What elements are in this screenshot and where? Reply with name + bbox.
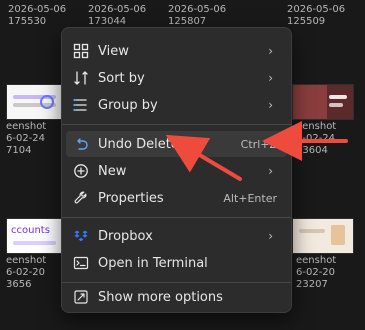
menu-item-view[interactable]: View › — [66, 38, 287, 64]
grid-icon — [72, 42, 90, 60]
menu-divider — [62, 124, 291, 125]
file-label-top-3: 2026-05-06 125807 — [168, 4, 227, 27]
menu-item-label: Group by — [98, 97, 158, 113]
file-thumbnail[interactable] — [292, 218, 354, 254]
chevron-right-icon: › — [268, 71, 273, 85]
menu-item-label: View — [98, 43, 129, 59]
menu-item-label: Sort by — [98, 70, 145, 86]
chevron-right-icon: › — [268, 98, 273, 112]
file-thumbnail[interactable] — [292, 84, 354, 120]
plus-icon — [72, 162, 90, 180]
file-label-top-4: 2026-05-06 125509 — [287, 4, 346, 27]
menu-item-label: Dropbox — [98, 228, 153, 244]
file-label-right-bottom: eenshot 6-02-20 23207 — [296, 255, 337, 290]
file-label-top-2: 2026-05-06 173044 — [88, 4, 147, 27]
screenshot-frame: 2026-05-06 175530 2026-05-06 173044 2026… — [0, 0, 365, 330]
menu-item-label: Undo Delete — [98, 136, 179, 152]
menu-item-group-by[interactable]: Group by › — [66, 92, 287, 118]
menu-item-label: Show more options — [98, 289, 223, 305]
chevron-right-icon: › — [268, 44, 273, 58]
file-thumbnail[interactable] — [6, 84, 63, 120]
menu-item-label: Open in Terminal — [98, 255, 208, 271]
menu-item-label: Properties — [98, 190, 164, 206]
more-options-icon — [72, 288, 90, 306]
group-icon — [72, 96, 90, 114]
context-menu: View › Sort by › Group by › Undo Delete … — [61, 27, 292, 313]
file-label-left-bottom: eenshot 6-02-20 3656 — [6, 255, 47, 290]
file-label-top-1: 2026-05-06 175530 — [8, 4, 67, 27]
dropbox-icon — [72, 227, 90, 245]
sort-icon — [72, 69, 90, 87]
file-label-right-mid: eenshot 6-02-24 73604 — [296, 121, 337, 156]
menu-item-dropbox[interactable]: Dropbox › — [66, 223, 287, 249]
menu-item-show-more-options[interactable]: Show more options — [66, 284, 287, 310]
file-label-left-mid: eenshot 6-02-24 7104 — [6, 121, 47, 156]
chevron-right-icon: › — [268, 164, 273, 178]
chevron-right-icon: › — [268, 229, 273, 243]
menu-item-properties[interactable]: Properties Alt+Enter — [66, 185, 287, 211]
menu-divider — [62, 282, 291, 283]
terminal-icon — [72, 254, 90, 272]
menu-item-undo-delete[interactable]: Undo Delete Ctrl+Z — [66, 131, 287, 157]
menu-item-new[interactable]: New › — [66, 158, 287, 184]
file-thumbnail[interactable]: ccounts — [6, 218, 63, 254]
menu-item-label: New — [98, 163, 127, 179]
thumbnail-text: ccounts — [11, 225, 50, 236]
menu-item-open-in-terminal[interactable]: Open in Terminal — [66, 250, 287, 276]
menu-shortcut: Alt+Enter — [223, 191, 277, 205]
menu-shortcut: Ctrl+Z — [240, 137, 277, 151]
menu-divider — [62, 217, 291, 218]
menu-item-sort-by[interactable]: Sort by › — [66, 65, 287, 91]
undo-icon — [72, 135, 90, 153]
wrench-icon — [72, 189, 90, 207]
